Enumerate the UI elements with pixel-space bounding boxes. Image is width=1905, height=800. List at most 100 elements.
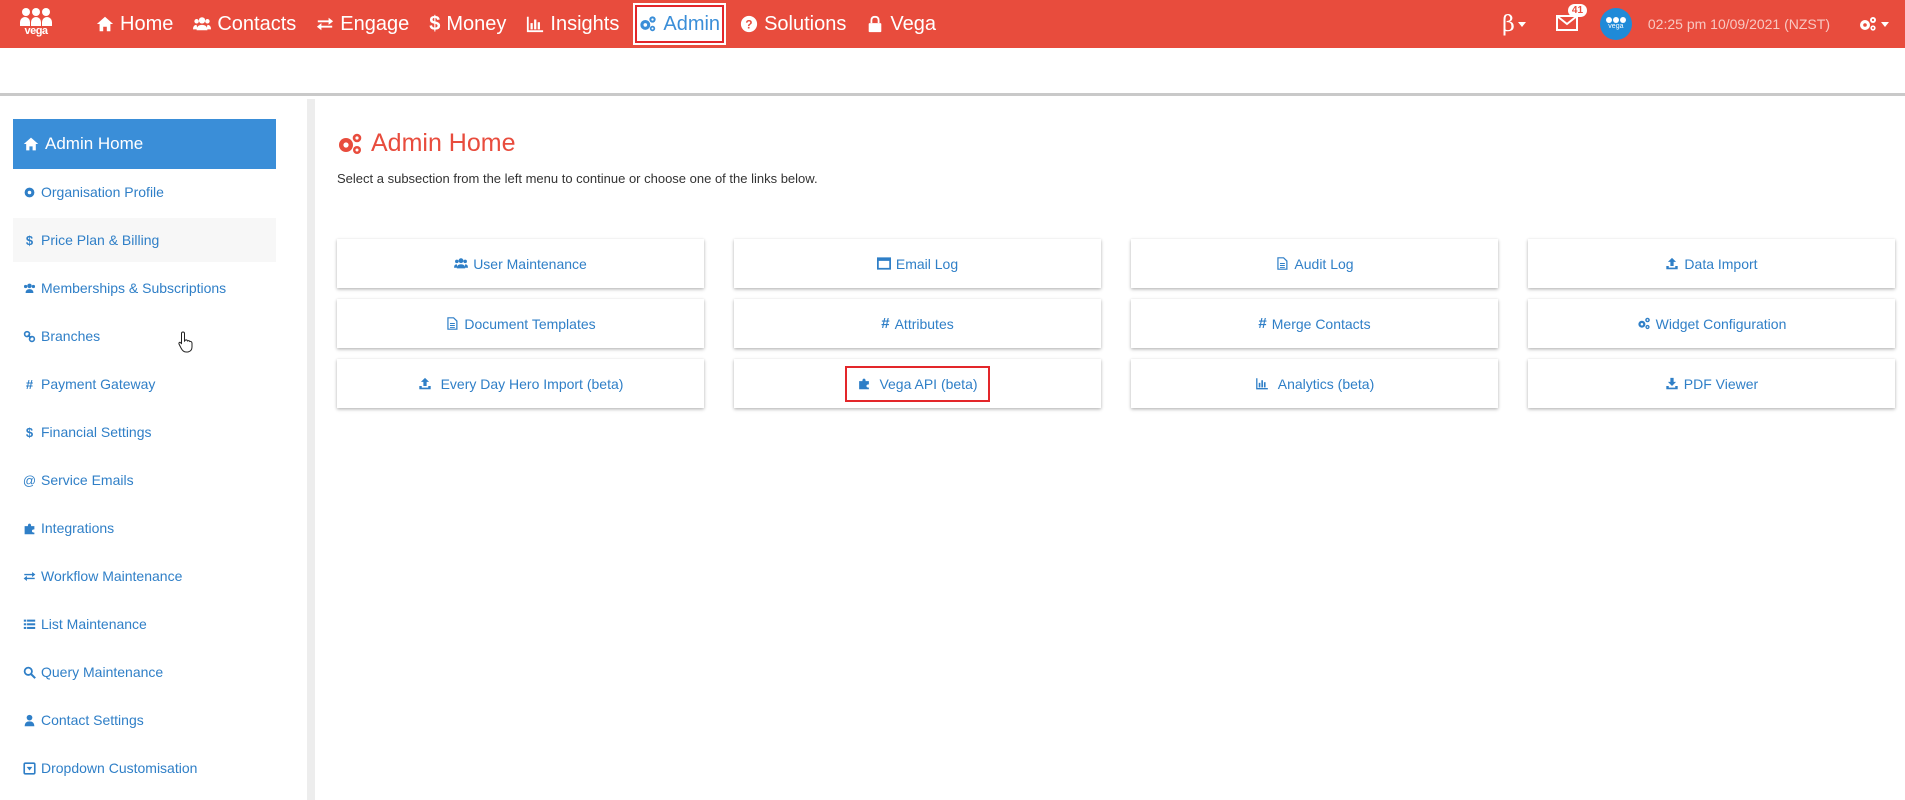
card-user-maintenance[interactable]: User Maintenance [337, 239, 704, 288]
datetime-display: 02:25 pm 10/09/2021 (NZST) [1647, 16, 1830, 32]
hashtag-icon: # [1258, 315, 1267, 332]
card-merge-contacts[interactable]: # Merge Contacts [1131, 299, 1498, 348]
exchange-icon [23, 571, 36, 581]
users-icon [193, 17, 212, 31]
sidebar-item-label: Integrations [41, 520, 115, 536]
users-icon [454, 258, 469, 269]
sidebar-list: Organisation Profile $ Price Plan & Bill… [13, 170, 276, 794]
chevron-down-icon [1517, 21, 1526, 27]
sidebar-item-label: Memberships & Subscriptions [41, 280, 227, 296]
file-icon [1277, 257, 1288, 270]
sidebar-item-organisation-profile[interactable]: Organisation Profile [13, 170, 276, 214]
card-email-log[interactable]: Email Log [734, 239, 1101, 288]
sidebar-item-label: Financial Settings [41, 424, 152, 440]
nav-contacts[interactable]: Contacts [183, 0, 306, 48]
page-title: Admin Home [337, 129, 516, 158]
nav-vega[interactable]: Vega [856, 0, 946, 48]
sidebar-item-dropdown-customisation[interactable]: Dropdown Customisation [13, 746, 276, 790]
sidebar-item-branches[interactable]: Branches [13, 314, 276, 358]
card-label: Email Log [895, 255, 959, 272]
mail-count-badge: 41 [1567, 4, 1588, 17]
sidebar-item-workflow-maintenance[interactable]: Workflow Maintenance [13, 554, 276, 598]
vega-logo[interactable]: vega [18, 6, 54, 42]
sub-toolbar [0, 48, 1905, 96]
exchange-icon [317, 17, 334, 31]
nav-solutions[interactable]: ? Solutions [730, 0, 856, 48]
sidebar-item-label: Price Plan & Billing [41, 232, 160, 248]
link-icon [23, 330, 36, 342]
card-label: Every Day Hero Import (beta) [440, 375, 624, 392]
card-label: PDF Viewer [1683, 375, 1759, 392]
sidebar-item-financial-settings[interactable]: $ Financial Settings [13, 410, 276, 454]
sidebar-item-query-maintenance[interactable]: Query Maintenance [13, 650, 276, 694]
sidebar-item-admin-home[interactable]: Admin Home [13, 119, 276, 169]
card-label: Vega API (beta) [879, 375, 978, 392]
caret-square-icon [23, 761, 36, 775]
chevron-down-icon [1881, 21, 1889, 27]
card-label: Analytics (beta) [1277, 375, 1375, 392]
users-icon [23, 283, 36, 293]
question-circle-icon: ? [740, 15, 758, 33]
avatar[interactable]: vega [1599, 8, 1632, 40]
nav-contacts-label: Contacts [217, 12, 297, 35]
search-icon [23, 666, 36, 679]
sidebar-item-integrations[interactable]: Integrations [13, 506, 276, 550]
lock-icon [869, 15, 882, 33]
sidebar-item-label: Workflow Maintenance [41, 568, 183, 584]
card-widget-configuration[interactable]: Widget Configuration [1528, 299, 1895, 348]
bar-chart-icon [1255, 378, 1268, 390]
sidebar-item-label: Payment Gateway [41, 376, 156, 392]
settings-menu[interactable] [1858, 16, 1889, 32]
sidebar-item-label: Service Emails [41, 472, 134, 488]
upload-icon [418, 377, 431, 390]
card-document-templates[interactable]: Document Templates [337, 299, 704, 348]
card-analytics[interactable]: Analytics (beta) [1131, 359, 1498, 408]
nav-home[interactable]: Home [86, 0, 183, 48]
avatar-text: vega [1608, 23, 1624, 30]
card-attributes[interactable]: # Attributes [734, 299, 1101, 348]
sidebar-item-price-plan-billing[interactable]: $ Price Plan & Billing [13, 218, 276, 262]
nav-solutions-label: Solutions [764, 12, 847, 35]
beta-menu[interactable]: β [1502, 12, 1526, 37]
dollar-icon: $ [25, 424, 34, 440]
bar-chart-icon [527, 16, 544, 33]
card-vega-api[interactable]: Vega API (beta) [734, 359, 1101, 408]
user-icon [24, 714, 35, 726]
nav-admin[interactable]: Admin [633, 3, 727, 45]
sidebar-item-list-maintenance[interactable]: List Maintenance [13, 602, 276, 646]
home-icon [23, 137, 39, 151]
sidebar-item-memberships-subscriptions[interactable]: Memberships & Subscriptions [13, 266, 276, 310]
nav-insights[interactable]: Insights [516, 0, 629, 48]
sidebar-item-label: List Maintenance [41, 616, 147, 632]
nav-engage[interactable]: Engage [306, 0, 419, 48]
sidebar-item-service-emails[interactable]: @ Service Emails [13, 458, 276, 502]
at-icon: @ [22, 472, 37, 488]
admin-sidebar: Admin Home Organisation Profile $ Price … [0, 99, 315, 800]
main-nav: Home Contacts Engage $ Money Insights Ad… [86, 0, 946, 48]
card-every-day-hero-import[interactable]: Every Day Hero Import (beta) [337, 359, 704, 408]
cogs-icon [1860, 17, 1876, 31]
sidebar-item-label: Organisation Profile [41, 184, 164, 200]
nav-money[interactable]: $ Money [419, 0, 516, 48]
home-icon [96, 16, 114, 32]
card-pdf-viewer[interactable]: PDF Viewer [1528, 359, 1895, 408]
sidebar-item-payment-gateway[interactable]: # Payment Gateway [13, 362, 276, 406]
puzzle-icon [859, 378, 870, 390]
card-data-import[interactable]: Data Import [1528, 239, 1895, 288]
list-icon [23, 619, 36, 629]
highlight-box: Vega API (beta) [845, 365, 990, 402]
sidebar-item-label: Query Maintenance [41, 664, 164, 680]
hashtag-icon: # [25, 376, 34, 392]
mouse-pointer-icon [178, 331, 193, 353]
card-audit-log[interactable]: Audit Log [1131, 239, 1498, 288]
beta-symbol: β [1502, 11, 1515, 37]
nav-admin-label: Admin [663, 12, 721, 35]
card-label: Audit Log [1294, 255, 1354, 272]
sidebar-item-contact-settings[interactable]: Contact Settings [13, 698, 276, 742]
upload-icon [1666, 257, 1679, 270]
card-label: Attributes [894, 315, 954, 332]
main-content: Admin Home Select a subsection from the … [337, 99, 1905, 800]
file-icon [447, 317, 458, 330]
mail-button[interactable]: 41 [1555, 4, 1588, 34]
nav-vega-label: Vega [890, 12, 936, 35]
